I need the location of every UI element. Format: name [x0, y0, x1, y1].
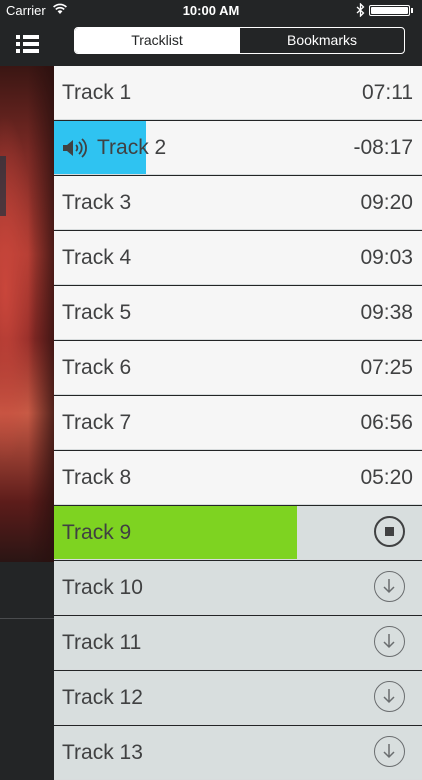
track-duration: 06:56 — [360, 411, 413, 434]
track-duration: 05:20 — [360, 466, 413, 489]
track-name: Track 7 — [62, 411, 132, 434]
sidebar-divider — [0, 618, 54, 619]
download-icon[interactable] — [374, 736, 405, 767]
tab-bookmarks[interactable]: Bookmarks — [239, 28, 404, 53]
top-bar: Tracklist Bookmarks — [54, 22, 422, 66]
track-row[interactable]: Track 13 — [54, 726, 422, 780]
speaker-icon — [62, 138, 88, 158]
remaining-time: -08:17 — [353, 136, 413, 159]
track-name: Track 1 — [62, 81, 132, 104]
track-name: Track 5 — [62, 301, 132, 324]
track-name: Track 13 — [62, 741, 143, 764]
track-name: Track 6 — [62, 356, 132, 379]
track-row[interactable]: Track 9 — [54, 506, 422, 560]
track-row[interactable]: Track 7 06:56 — [54, 396, 422, 450]
track-list[interactable]: Track 1 07:11 Track 2 -08:17 Track 3 09:20 Tra… — [54, 66, 422, 780]
download-icon[interactable] — [374, 626, 405, 657]
track-name: Track 2 — [97, 136, 167, 159]
stop-download-icon[interactable] — [374, 516, 405, 547]
track-name: Track 10 — [62, 576, 143, 599]
track-name: Track 8 — [62, 466, 132, 489]
tab-tracklist[interactable]: Tracklist — [75, 28, 239, 53]
track-duration: 09:03 — [360, 246, 413, 269]
track-name: Track 4 — [62, 246, 132, 269]
track-row[interactable]: Track 5 09:38 — [54, 286, 422, 340]
track-name: Track 9 — [62, 521, 132, 544]
track-name: Track 11 — [62, 631, 142, 654]
download-icon[interactable] — [374, 681, 405, 712]
track-row[interactable]: Track 10 — [54, 561, 422, 615]
sidebar — [0, 0, 54, 750]
track-duration: 07:25 — [360, 356, 413, 379]
bluetooth-icon — [356, 2, 365, 20]
track-row[interactable]: Track 6 07:25 — [54, 341, 422, 395]
track-row[interactable]: Track 12 — [54, 671, 422, 725]
status-bar: Carrier 10:00 AM — [0, 0, 422, 22]
track-row[interactable]: Track 8 05:20 — [54, 451, 422, 505]
track-name: Track 3 — [62, 191, 132, 214]
track-row[interactable]: Track 11 — [54, 616, 422, 670]
track-row[interactable]: Track 3 09:20 — [54, 176, 422, 230]
track-duration: 09:20 — [360, 191, 413, 214]
download-icon[interactable] — [374, 571, 405, 602]
battery-icon — [369, 5, 413, 16]
track-row[interactable]: Track 2 -08:17 — [54, 121, 422, 175]
list-menu-icon[interactable] — [16, 34, 40, 54]
track-duration: 09:38 — [360, 301, 413, 324]
track-row[interactable]: Track 4 09:03 — [54, 231, 422, 285]
track-row[interactable]: Track 1 07:11 — [54, 66, 422, 120]
tab-control: Tracklist Bookmarks — [74, 27, 405, 54]
track-duration: 07:11 — [362, 81, 413, 104]
album-artwork — [0, 66, 54, 562]
track-name: Track 12 — [62, 686, 143, 709]
